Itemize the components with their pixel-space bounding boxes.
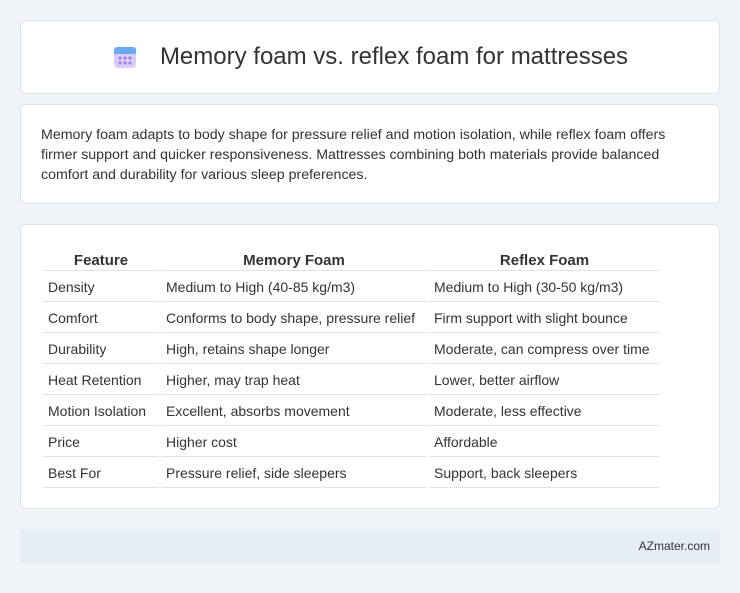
summary-card: Memory foam adapts to body shape for pre… bbox=[20, 104, 720, 204]
table-row: Density Medium to High (40-85 kg/m3) Med… bbox=[43, 273, 660, 302]
summary-text: Memory foam adapts to body shape for pre… bbox=[41, 127, 666, 183]
comparison-table: Feature Memory Foam Reflex Foam Density … bbox=[41, 245, 662, 490]
cell-feature: Comfort bbox=[43, 304, 159, 333]
header-feature: Feature bbox=[43, 247, 159, 271]
footer-site-name: AZmater.com bbox=[638, 539, 710, 553]
table-row: Durability High, retains shape longer Mo… bbox=[43, 335, 660, 364]
table-row: Best For Pressure relief, side sleepers … bbox=[43, 459, 660, 488]
cell-memory-foam: Higher, may trap heat bbox=[161, 366, 427, 395]
page-title: Memory foam vs. reflex foam for mattress… bbox=[159, 43, 629, 70]
cell-reflex-foam: Affordable bbox=[429, 428, 660, 457]
cell-memory-foam: High, retains shape longer bbox=[161, 335, 427, 364]
cell-memory-foam: Conforms to body shape, pressure relief bbox=[161, 304, 427, 333]
title-card: Memory foam vs. reflex foam for mattress… bbox=[20, 20, 720, 94]
cell-feature: Motion Isolation bbox=[43, 397, 159, 426]
cell-feature: Best For bbox=[43, 459, 159, 488]
cell-feature: Durability bbox=[43, 335, 159, 364]
table-row: Comfort Conforms to body shape, pressure… bbox=[43, 304, 660, 333]
header-reflex-foam: Reflex Foam bbox=[429, 247, 660, 271]
cell-reflex-foam: Moderate, less effective bbox=[429, 397, 660, 426]
footer: AZmater.com bbox=[20, 529, 720, 563]
cell-reflex-foam: Moderate, can compress over time bbox=[429, 335, 660, 364]
table-row: Heat Retention Higher, may trap heat Low… bbox=[43, 366, 660, 395]
cell-memory-foam: Pressure relief, side sleepers bbox=[161, 459, 427, 488]
table-row: Price Higher cost Affordable bbox=[43, 428, 660, 457]
cell-reflex-foam: Medium to High (30-50 kg/m3) bbox=[429, 273, 660, 302]
cell-reflex-foam: Lower, better airflow bbox=[429, 366, 660, 395]
table-row: Motion Isolation Excellent, absorbs move… bbox=[43, 397, 660, 426]
table-header-row: Feature Memory Foam Reflex Foam bbox=[43, 247, 660, 271]
calendar-icon bbox=[112, 44, 138, 70]
cell-memory-foam: Medium to High (40-85 kg/m3) bbox=[161, 273, 427, 302]
comparison-card: Feature Memory Foam Reflex Foam Density … bbox=[20, 224, 720, 509]
cell-memory-foam: Excellent, absorbs movement bbox=[161, 397, 427, 426]
cell-reflex-foam: Support, back sleepers bbox=[429, 459, 660, 488]
cell-feature: Density bbox=[43, 273, 159, 302]
cell-feature: Heat Retention bbox=[43, 366, 159, 395]
cell-reflex-foam: Firm support with slight bounce bbox=[429, 304, 660, 333]
cell-memory-foam: Higher cost bbox=[161, 428, 427, 457]
header-memory-foam: Memory Foam bbox=[161, 247, 427, 271]
cell-feature: Price bbox=[43, 428, 159, 457]
